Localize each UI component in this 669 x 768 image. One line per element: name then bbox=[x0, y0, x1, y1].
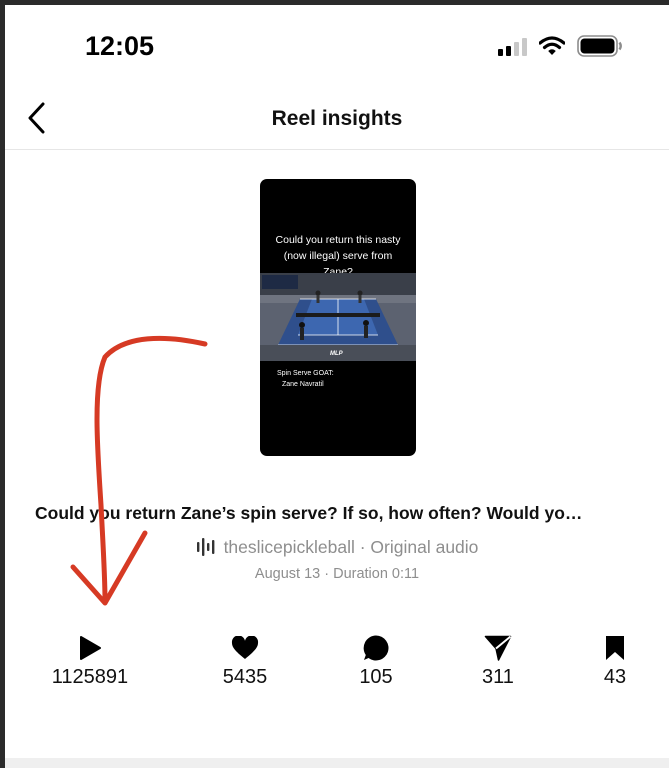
thumbnail-subtitle: Spin Serve GOAT: Zane Navratil bbox=[277, 368, 334, 390]
reel-caption: Could you return Zane’s spin serve? If s… bbox=[35, 503, 583, 523]
play-icon bbox=[80, 636, 101, 660]
phone-screen: 12:05 Reel insights Could you return thi… bbox=[5, 5, 669, 768]
reel-meta: August 13 · Duration 0:11 bbox=[254, 566, 420, 582]
stat-likes: 5435 bbox=[185, 633, 305, 689]
mlp-logo: MLP bbox=[330, 351, 344, 357]
signal-icon bbox=[498, 36, 527, 56]
stat-shares: 311 bbox=[438, 633, 558, 689]
battery-icon bbox=[577, 35, 622, 57]
comment-icon bbox=[363, 635, 389, 661]
stat-comments: 105 bbox=[316, 633, 436, 689]
court-image: MLP bbox=[260, 273, 416, 361]
audio-waveform-icon bbox=[196, 538, 214, 556]
bottom-section-divider bbox=[5, 758, 669, 768]
saves-count: 43 bbox=[603, 666, 627, 688]
bookmark-icon bbox=[606, 636, 624, 660]
audio-attribution[interactable]: theslicepickleball · Original audio bbox=[5, 537, 669, 558]
shares-count: 311 bbox=[482, 666, 514, 688]
status-time: 12:05 bbox=[85, 31, 155, 61]
thumbnail-subtitle-line2: Zane Navratil bbox=[282, 381, 324, 388]
status-icons bbox=[498, 35, 623, 57]
plays-count: 1125891 bbox=[51, 666, 129, 688]
stat-saves: 43 bbox=[555, 633, 669, 689]
header: Reel insights bbox=[5, 87, 669, 150]
share-icon bbox=[484, 635, 512, 661]
thumbnail-subtitle-line1: Spin Serve GOAT: bbox=[277, 370, 334, 377]
wifi-icon bbox=[539, 36, 565, 55]
heart-icon bbox=[231, 636, 259, 659]
reel-thumbnail[interactable]: Could you return this nasty (now illegal… bbox=[260, 179, 416, 456]
stats-row: 1125891 5435 105 311 43 bbox=[5, 633, 669, 703]
likes-count: 5435 bbox=[222, 666, 268, 688]
page-title: Reel insights bbox=[271, 107, 403, 130]
stat-plays: 1125891 bbox=[30, 633, 150, 689]
comments-count: 105 bbox=[359, 666, 393, 688]
audio-label: theslicepickleball · Original audio bbox=[223, 537, 479, 557]
